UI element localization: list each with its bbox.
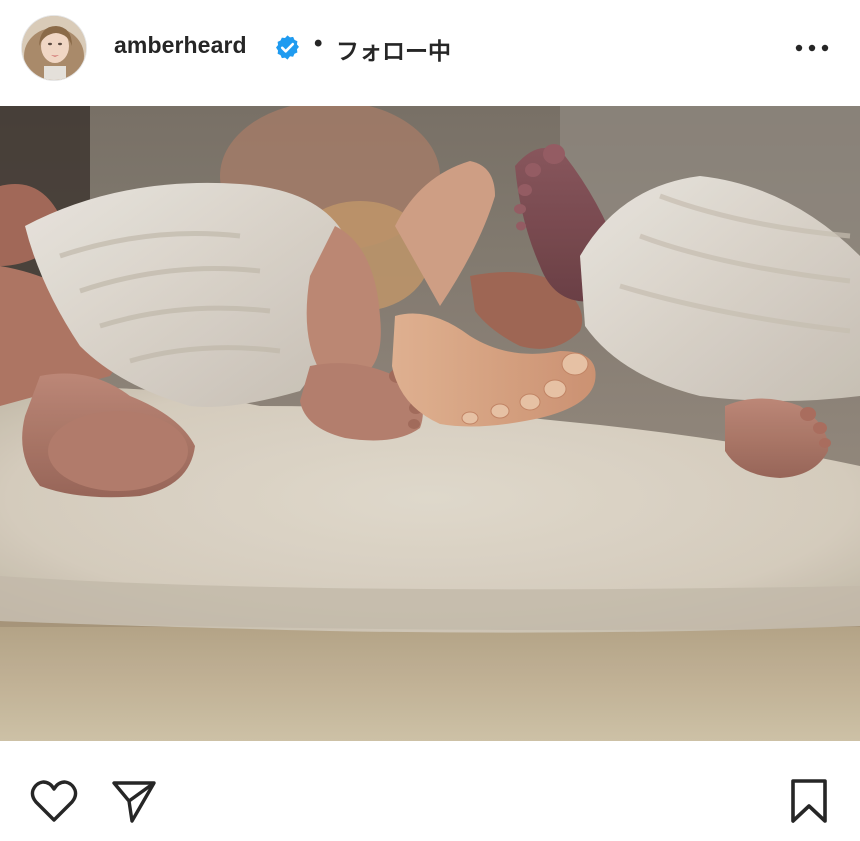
- post-photo[interactable]: [0, 106, 860, 741]
- bookmark-icon[interactable]: [789, 778, 829, 824]
- verified-badge-icon: [276, 35, 299, 60]
- following-button[interactable]: フォロー中: [336, 32, 451, 66]
- more-options-icon[interactable]: [793, 36, 831, 60]
- avatar-image: [22, 16, 86, 80]
- author-username[interactable]: amberheard: [114, 32, 247, 59]
- instagram-post: amberheard • フォロー中: [0, 0, 860, 841]
- post-header: amberheard • フォロー中: [0, 0, 860, 106]
- heart-icon[interactable]: [30, 779, 78, 823]
- send-icon[interactable]: [111, 779, 157, 823]
- post-action-bar: [0, 741, 860, 841]
- author-avatar[interactable]: [22, 16, 86, 80]
- header-separator: •: [314, 30, 323, 57]
- post-photo-image: [0, 106, 860, 741]
